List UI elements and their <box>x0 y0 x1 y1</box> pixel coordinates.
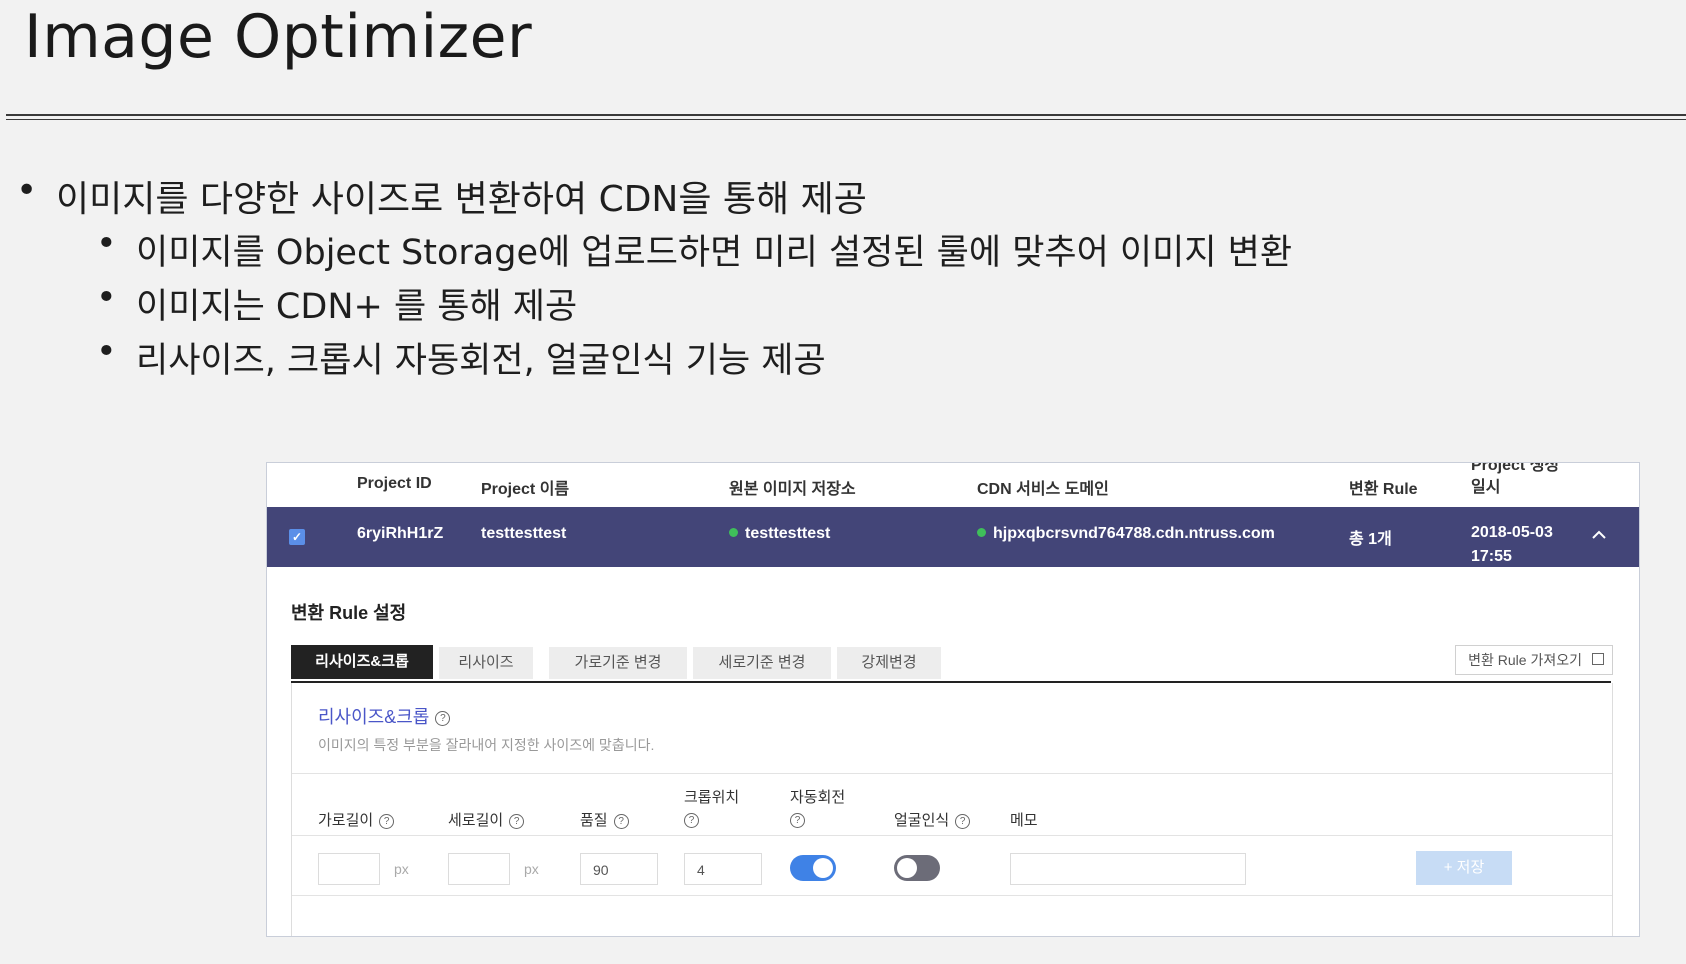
face-detect-label-text: 얼굴인식 <box>894 812 950 829</box>
table-row[interactable]: ✓ 6ryiRhH1rZ testtesttest testtesttest h… <box>267 507 1639 567</box>
help-icon[interactable]: ? <box>435 710 451 726</box>
divider <box>292 773 1612 774</box>
col-header-project-name[interactable]: Project 이름 <box>481 475 569 499</box>
origin-storage-text: testtesttest <box>745 525 831 542</box>
divider <box>292 895 1612 896</box>
created-time: 17:55 <box>1471 548 1512 565</box>
console-screenshot: Project ID Project 이름 원본 이미지 저장소 CDN 서비스… <box>266 462 1640 937</box>
cell-created: 2018-05-03 17:55 <box>1471 521 1553 569</box>
width-label: 가로길이? <box>318 809 395 830</box>
section-title: 변환 Rule 설정 <box>291 603 407 623</box>
row-checkbox[interactable]: ✓ <box>289 529 305 545</box>
tab-resize-crop[interactable]: 리사이즈&크롭 <box>291 645 433 679</box>
quality-input[interactable]: 90 <box>580 853 658 885</box>
help-icon[interactable]: ? <box>509 813 525 829</box>
memo-label: 메모 <box>1010 812 1038 829</box>
slide-title: Image Optimizer <box>24 2 533 72</box>
tab-force-change[interactable]: 강제변경 <box>837 647 941 679</box>
auto-rotate-label: 자동회전? <box>790 787 845 831</box>
col-header-project-id[interactable]: Project ID <box>357 475 432 493</box>
height-label-text: 세로길이 <box>448 812 504 829</box>
bullet-text: 리사이즈, 크롭시 자동회전, 얼굴인식 기능 제공 <box>136 341 826 381</box>
import-rule-button[interactable]: 변환 Rule 가져오기 <box>1455 645 1613 675</box>
external-window-icon <box>1592 653 1604 665</box>
height-label: 세로길이? <box>448 809 525 830</box>
rule-tabs: 리사이즈&크롭 리사이즈 가로기준 변경 세로기준 변경 강제변경 <box>291 645 1611 683</box>
crop-position-label: 크롭위치? <box>684 787 739 831</box>
auto-rotate-label-text: 자동회전 <box>790 789 846 806</box>
tab-width-based[interactable]: 가로기준 변경 <box>549 647 687 679</box>
bullet-dot: • <box>16 170 38 211</box>
tab-resize[interactable]: 리사이즈 <box>439 647 533 679</box>
chevron-up-icon[interactable] <box>1587 523 1611 547</box>
status-dot-icon <box>977 528 986 538</box>
status-dot-icon <box>729 528 738 538</box>
divider <box>292 835 1612 836</box>
col-header-origin-storage[interactable]: 원본 이미지 저장소 <box>729 475 856 499</box>
toggle-knob <box>897 858 917 878</box>
col-header-rule[interactable]: 변환 Rule <box>1349 475 1418 499</box>
panel-description: 이미지의 특정 부분을 잘라내어 지정한 사이즈에 맞춥니다. <box>318 737 655 753</box>
created-date: 2018-05-03 <box>1471 524 1553 541</box>
rule-panel: 리사이즈&크롭? 이미지의 특정 부분을 잘라내어 지정한 사이즈에 맞춥니다.… <box>291 683 1613 936</box>
width-input[interactable] <box>318 853 380 885</box>
help-icon[interactable]: ? <box>790 812 805 828</box>
memo-input[interactable] <box>1010 853 1246 885</box>
bullet-dot: • <box>96 278 117 318</box>
height-unit: px <box>524 861 539 877</box>
help-icon[interactable]: ? <box>379 813 395 829</box>
table-header: Project ID Project 이름 원본 이미지 저장소 CDN 서비스… <box>267 463 1639 507</box>
cell-cdn-domain: hjpxqbcrsvnd764788.cdn.ntruss.com <box>977 525 1275 543</box>
cdn-domain-text: hjpxqbcrsvnd764788.cdn.ntruss.com <box>993 525 1275 542</box>
tab-height-based[interactable]: 세로기준 변경 <box>693 647 831 679</box>
width-unit: px <box>394 861 409 877</box>
title-divider <box>6 114 1686 120</box>
quality-label: 품질? <box>580 809 629 830</box>
bullet-dot: • <box>96 332 117 372</box>
bullet-text: 이미지는 CDN+ 를 통해 제공 <box>136 287 578 327</box>
bullet-dot: • <box>96 224 117 264</box>
cell-origin-storage: testtesttest <box>729 525 830 543</box>
cell-rule: 총 1개 <box>1349 531 1392 548</box>
help-icon[interactable]: ? <box>955 813 971 829</box>
width-label-text: 가로길이 <box>318 812 374 829</box>
import-rule-label: 변환 Rule 가져오기 <box>1468 652 1582 668</box>
col-header-created-line2: 일시 <box>1471 479 1501 496</box>
col-header-cdn-domain[interactable]: CDN 서비스 도메인 <box>977 475 1109 499</box>
quality-label-text: 품질 <box>580 812 608 829</box>
panel-title-text: 리사이즈&크롭 <box>318 707 430 727</box>
bullet-text: 이미지를 Object Storage에 업로드하면 미리 설정된 룰에 맞추어… <box>136 233 1293 273</box>
panel-title: 리사이즈&크롭? <box>318 703 451 729</box>
face-detect-label: 얼굴인식? <box>894 809 971 830</box>
crop-position-label-text: 크롭위치 <box>684 789 740 806</box>
bullet-text: 이미지를 다양한 사이즈로 변환하여 CDN을 통해 제공 <box>56 179 867 220</box>
crop-position-input[interactable]: 4 <box>684 853 762 885</box>
save-button[interactable]: + 저장 <box>1416 851 1512 885</box>
face-detect-toggle[interactable] <box>894 855 940 881</box>
toggle-knob <box>813 858 833 878</box>
col-header-created[interactable]: Project 생성 일시 <box>1471 462 1560 499</box>
cell-project-id: 6ryiRhH1rZ <box>357 525 444 542</box>
col-header-created-line1: Project 생성 <box>1471 462 1560 474</box>
help-icon[interactable]: ? <box>684 812 699 828</box>
help-icon[interactable]: ? <box>613 813 629 829</box>
cell-project-name: testtesttest <box>481 525 567 542</box>
auto-rotate-toggle[interactable] <box>790 855 836 881</box>
height-input[interactable] <box>448 853 510 885</box>
